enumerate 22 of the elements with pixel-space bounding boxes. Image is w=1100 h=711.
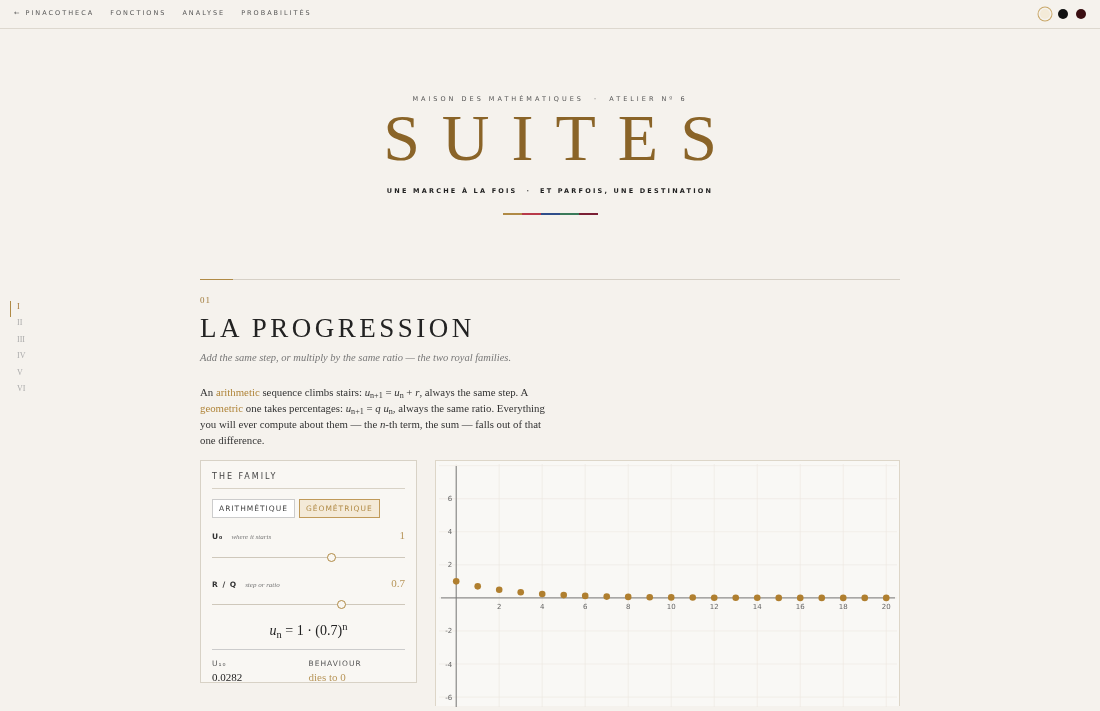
- side-nav-item[interactable]: I: [10, 300, 200, 318]
- side-nav-item[interactable]: III: [10, 333, 200, 351]
- section-title: LA PROGRESSION: [200, 315, 476, 342]
- stat-value: 0.0282: [212, 670, 244, 686]
- panel-title: THE FAMILY: [212, 470, 405, 489]
- theme-swatch[interactable]: [1058, 9, 1068, 19]
- section-subtitle: Add the same step, or multiply by the same ratio — the two royal families.: [200, 351, 513, 365]
- theme-swatch[interactable]: [1076, 9, 1086, 19]
- slider-handle[interactable]: [327, 552, 337, 562]
- stat-value: dies to 0: [308, 670, 347, 686]
- side-nav-item[interactable]: II: [10, 317, 200, 334]
- side-nav-item[interactable]: IV: [10, 350, 200, 367]
- body-paragraph: An arithmetic sequence climbs stairs: u$_{n+1}$ = u$_{n}$ + r, always the same step. A geometric one takes percentages: u$_{n+1}$ = q u$_{n}$, always the same ratio. Everything you will ever compute about them — the n-th term, the sum — falls out of that one difference.: [200, 384, 545, 448]
- slider-value: 1: [399, 528, 405, 543]
- slider-handle[interactable]: [336, 600, 346, 609]
- hero-title: SUITES: [383, 104, 739, 171]
- side-nav-item[interactable]: V: [10, 366, 200, 384]
- theme-swatch[interactable]: [1040, 9, 1050, 19]
- formula: u$_{n}$ = 1 · (0.7)$^{n}$: [269, 623, 348, 638]
- section-number: 01: [200, 293, 212, 307]
- slider-value: 0.7: [391, 575, 405, 591]
- side-nav-item[interactable]: VI: [10, 383, 200, 401]
